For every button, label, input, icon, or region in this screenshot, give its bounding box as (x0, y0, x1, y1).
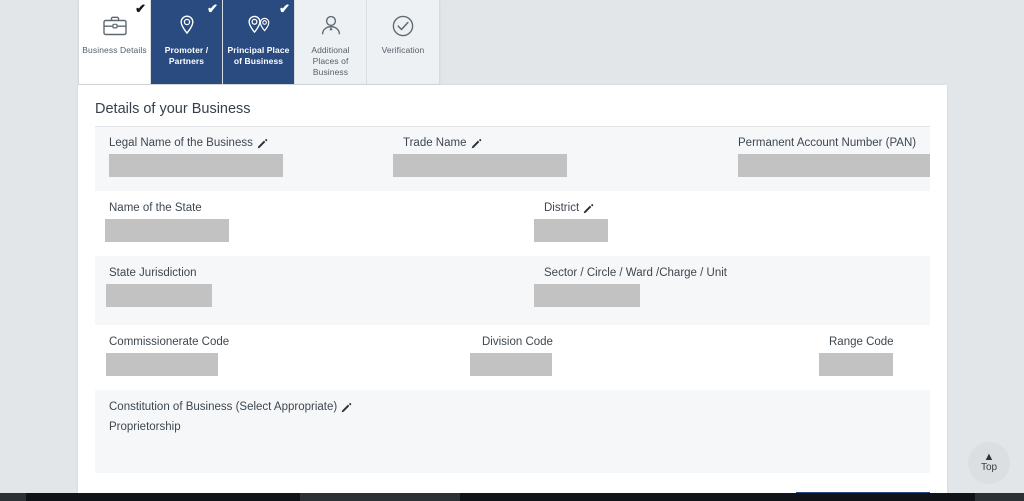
form-row: Constitution of Business (Select Appropr… (95, 390, 930, 473)
step-business-details[interactable]: ✔ Business Details (79, 0, 151, 84)
field-label: Legal Name of the Business (109, 137, 295, 149)
field-label-text: Trade Name (403, 137, 467, 149)
taskbar-segment-middle (300, 493, 460, 501)
map-pins-icon (244, 11, 274, 41)
step-label-business-details: Business Details (82, 45, 147, 55)
field-label: Sector / Circle / Ward /Charge / Unit (544, 267, 727, 279)
field-label-text: Division Code (482, 336, 553, 348)
field-label: District (544, 202, 608, 214)
redacted-value (109, 154, 283, 177)
form-row: Legal Name of the Business Trade Name Pe… (95, 127, 930, 191)
field-label-text: Constitution of Business (Select Appropr… (109, 401, 338, 413)
chevron-up-icon: ▲ (983, 450, 995, 463)
step-completed-check-icon: ✔ (207, 1, 218, 16)
field-label-text: Commissionerate Code (109, 336, 230, 348)
field-label-text: Range Code (829, 336, 894, 348)
field-label: Constitution of Business (Select Appropr… (109, 401, 930, 413)
field-label: Name of the State (109, 202, 512, 214)
redacted-value (105, 219, 229, 242)
edit-pencil-icon[interactable] (583, 203, 594, 214)
redacted-value (534, 284, 640, 307)
redacted-value (534, 219, 608, 242)
step-label-principal-place: Principal Place of Business (227, 45, 290, 66)
edit-pencil-icon[interactable] (341, 402, 352, 413)
redacted-value (470, 353, 552, 376)
page-left-gutter (0, 0, 78, 501)
redacted-value (106, 284, 212, 307)
field-district: District (512, 202, 608, 242)
field-label: Permanent Account Number (PAN) (738, 137, 930, 149)
os-taskbar (0, 493, 1024, 501)
business-details-form: Legal Name of the Business Trade Name Pe… (95, 126, 930, 473)
field-label-text: Permanent Account Number (PAN) (738, 137, 917, 149)
field-division-code: Division Code (378, 336, 656, 376)
form-row: Name of the State District (95, 191, 930, 256)
field-label-text: District (544, 202, 580, 214)
field-label: Division Code (482, 336, 656, 348)
field-legal-name: Legal Name of the Business (95, 137, 295, 177)
field-state-jurisdiction: State Jurisdiction (95, 267, 512, 307)
field-pan: Permanent Account Number (PAN) (567, 137, 930, 177)
field-label-text: Sector / Circle / Ward /Charge / Unit (544, 267, 727, 279)
step-label-promoter-partners: Promoter / Partners (164, 45, 209, 66)
field-commissionerate-code: Commissionerate Code (95, 336, 378, 376)
form-row: Commissionerate Code Division Code Range… (95, 325, 930, 390)
form-row: State Jurisdiction Sector / Circle / War… (95, 256, 930, 325)
field-sector-circle-ward: Sector / Circle / Ward /Charge / Unit (512, 267, 727, 307)
step-completed-check-icon: ✔ (135, 1, 146, 16)
back-to-top-label: Top (980, 461, 998, 473)
page-title: Details of your Business (95, 101, 251, 117)
step-principal-place-of-business[interactable]: ✔ Principal Place of Business (223, 0, 295, 84)
check-circle-icon (388, 11, 418, 41)
field-label: Trade Name (403, 137, 567, 149)
business-details-card: Details of your Business Legal Name of t… (78, 85, 947, 501)
field-value-constitution: Proprietorship (109, 421, 181, 433)
step-label-additional-places: Additional Places of Business (311, 45, 350, 77)
field-constitution-of-business: Constitution of Business (Select Appropr… (95, 401, 930, 437)
field-label-text: State Jurisdiction (109, 267, 197, 279)
field-name-of-state: Name of the State (95, 202, 512, 242)
field-range-code: Range Code (656, 336, 894, 376)
redacted-value (819, 353, 893, 376)
edit-pencil-icon[interactable] (471, 138, 482, 149)
field-label: State Jurisdiction (109, 267, 512, 279)
redacted-value (106, 353, 218, 376)
step-label-verification: Verification (381, 45, 425, 55)
redacted-value (393, 154, 567, 177)
person-icon (316, 11, 346, 41)
step-promoter-partners[interactable]: ✔ Promoter / Partners (151, 0, 223, 84)
field-trade-name: Trade Name (295, 137, 567, 177)
redacted-value (738, 154, 930, 177)
map-pin-icon (172, 11, 202, 41)
field-label: Range Code (829, 336, 894, 348)
step-completed-check-icon: ✔ (279, 1, 290, 16)
field-label-text: Name of the State (109, 202, 202, 214)
field-label-text: Legal Name of the Business (109, 137, 253, 149)
edit-pencil-icon[interactable] (257, 138, 268, 149)
back-to-top-button[interactable]: ▲ Top (968, 442, 1010, 484)
taskbar-segment-left (0, 493, 26, 501)
step-verification[interactable]: Verification (367, 0, 439, 84)
taskbar-segment-right (975, 493, 1024, 501)
field-label: Commissionerate Code (109, 336, 378, 348)
step-additional-places-of-business[interactable]: Additional Places of Business (295, 0, 367, 84)
briefcase-icon (100, 11, 130, 41)
registration-stepper: ✔ Business Details ✔ Promoter / Partners… (78, 0, 440, 85)
